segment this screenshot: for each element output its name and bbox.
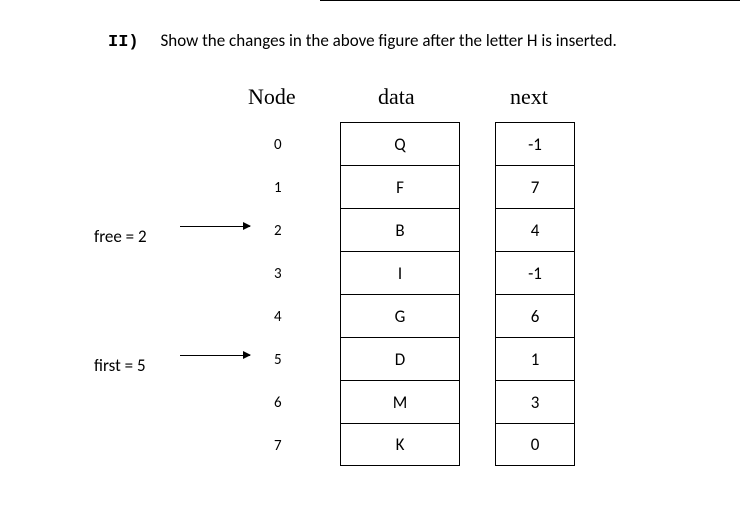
next-cell: 6 [495,294,575,337]
next-cell: 1 [495,337,575,380]
next-cell: 4 [495,208,575,251]
row-index: 2 [274,222,282,240]
arrow-icon [180,355,250,356]
row-index: 6 [274,394,282,412]
row-index: 7 [274,437,282,455]
top-rule [320,0,740,1]
first-pointer-label: first = 5 [94,355,146,376]
data-cell: D [340,337,460,380]
table-row: 0 Q -1 [0,122,740,165]
header-node: Node [248,84,296,110]
arrow-icon [180,226,250,227]
row-index: 4 [274,308,282,326]
data-cell: I [340,251,460,294]
question-prompt: II) Show the changes in the above figure… [108,30,740,52]
table-row: 6 M 3 [0,380,740,423]
next-cell: 7 [495,165,575,208]
table-row: 3 I -1 [0,251,740,294]
data-cell: B [340,208,460,251]
table-row: 4 G 6 [0,294,740,337]
row-index: 3 [274,265,282,283]
header-next: next [510,84,548,110]
table-row: 1 F 7 [0,165,740,208]
prompt-text: Show the changes in the above figure aft… [160,30,616,51]
next-cell: 0 [495,423,575,466]
data-cell: K [340,423,460,466]
section-label: II) [108,33,139,52]
data-cell: F [340,165,460,208]
data-cell: Q [340,122,460,165]
free-pointer-label: free = 2 [94,226,147,247]
row-index: 0 [274,136,282,154]
next-cell: -1 [495,122,575,165]
next-cell: 3 [495,380,575,423]
data-cell: M [340,380,460,423]
table-row: 7 K 0 [0,423,740,466]
linked-list-table: 0 Q -1 1 F 7 2 B 4 3 I -1 4 G 6 5 D 1 6 … [0,122,740,466]
next-cell: -1 [495,251,575,294]
header-data: data [378,84,415,110]
row-index: 5 [274,351,282,369]
row-index: 1 [274,179,282,197]
data-cell: G [340,294,460,337]
